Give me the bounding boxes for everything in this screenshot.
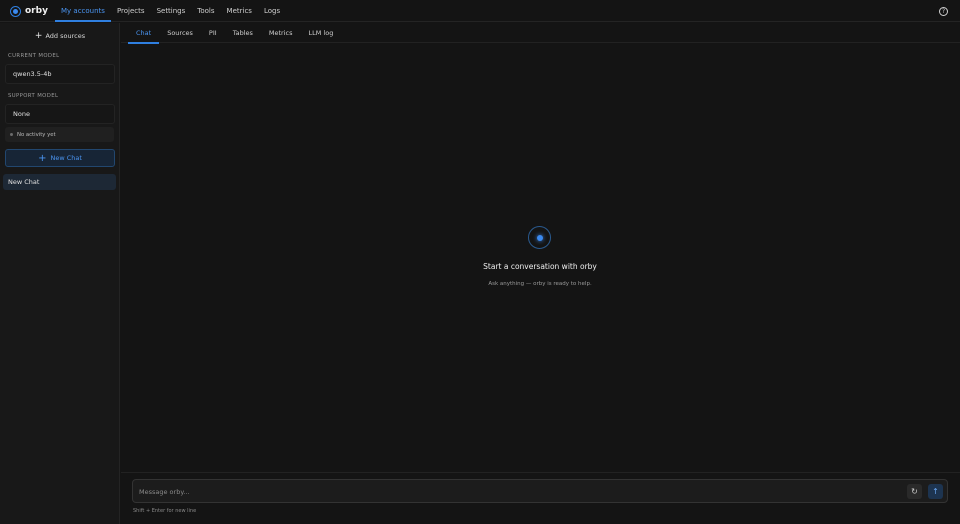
nav-item-my-accounts[interactable]: My accounts <box>55 0 111 22</box>
empty-state-title: Start a conversation with orby <box>483 262 597 271</box>
app-logo[interactable]: orby <box>10 5 48 17</box>
nav-item-tools[interactable]: Tools <box>191 0 220 22</box>
plus-icon: + <box>38 152 47 164</box>
nav-item-logs[interactable]: Logs <box>258 0 286 22</box>
content-tabs: Chat Sources PII Tables Metrics LLM log <box>121 23 960 44</box>
activity-status: No activity yet <box>5 127 114 142</box>
tab-llm-log[interactable]: LLM log <box>301 23 342 43</box>
orb-icon <box>528 226 551 249</box>
send-icon[interactable]: ↑ <box>928 484 943 499</box>
composer-hint: Shift + Enter for new line <box>133 508 197 514</box>
support-model-select[interactable]: None <box>5 104 115 124</box>
tab-tables[interactable]: Tables <box>225 23 261 43</box>
plus-icon: + <box>34 31 43 41</box>
top-nav: orby My accounts Projects Settings Tools… <box>0 0 960 22</box>
message-input[interactable] <box>139 486 839 498</box>
new-chat-button[interactable]: + New Chat <box>5 149 115 167</box>
support-model-label: SUPPORT MODEL <box>8 93 59 99</box>
nav-menu: My accounts Projects Settings Tools Metr… <box>55 0 286 22</box>
tab-chat[interactable]: Chat <box>128 23 160 44</box>
current-model-label: CURRENT MODEL <box>8 53 60 59</box>
current-model-select[interactable]: qwen3.5-4b <box>5 64 115 84</box>
orby-logo-icon <box>10 5 21 17</box>
tab-pii[interactable]: PII <box>201 23 225 43</box>
status-dot-icon <box>10 133 13 136</box>
tab-metrics[interactable]: Metrics <box>261 23 301 43</box>
new-chat-label: New Chat <box>50 154 82 162</box>
add-sources-button[interactable]: + Add sources <box>0 30 120 42</box>
chat-list-item[interactable]: New Chat <box>3 174 116 190</box>
activity-text: No activity yet <box>17 131 56 138</box>
tab-sources[interactable]: Sources <box>159 23 201 43</box>
empty-state-subtitle: Ask anything — orby is ready to help. <box>488 281 592 287</box>
app-name: orby <box>25 6 48 16</box>
help-icon[interactable]: ? <box>939 7 948 16</box>
add-sources-label: Add sources <box>45 32 86 40</box>
refresh-icon[interactable]: ↻ <box>907 484 922 499</box>
nav-item-metrics[interactable]: Metrics <box>221 0 258 22</box>
nav-item-projects[interactable]: Projects <box>111 0 151 22</box>
sidebar: + Add sources CURRENT MODEL qwen3.5-4b S… <box>0 23 120 524</box>
nav-item-settings[interactable]: Settings <box>151 0 192 22</box>
